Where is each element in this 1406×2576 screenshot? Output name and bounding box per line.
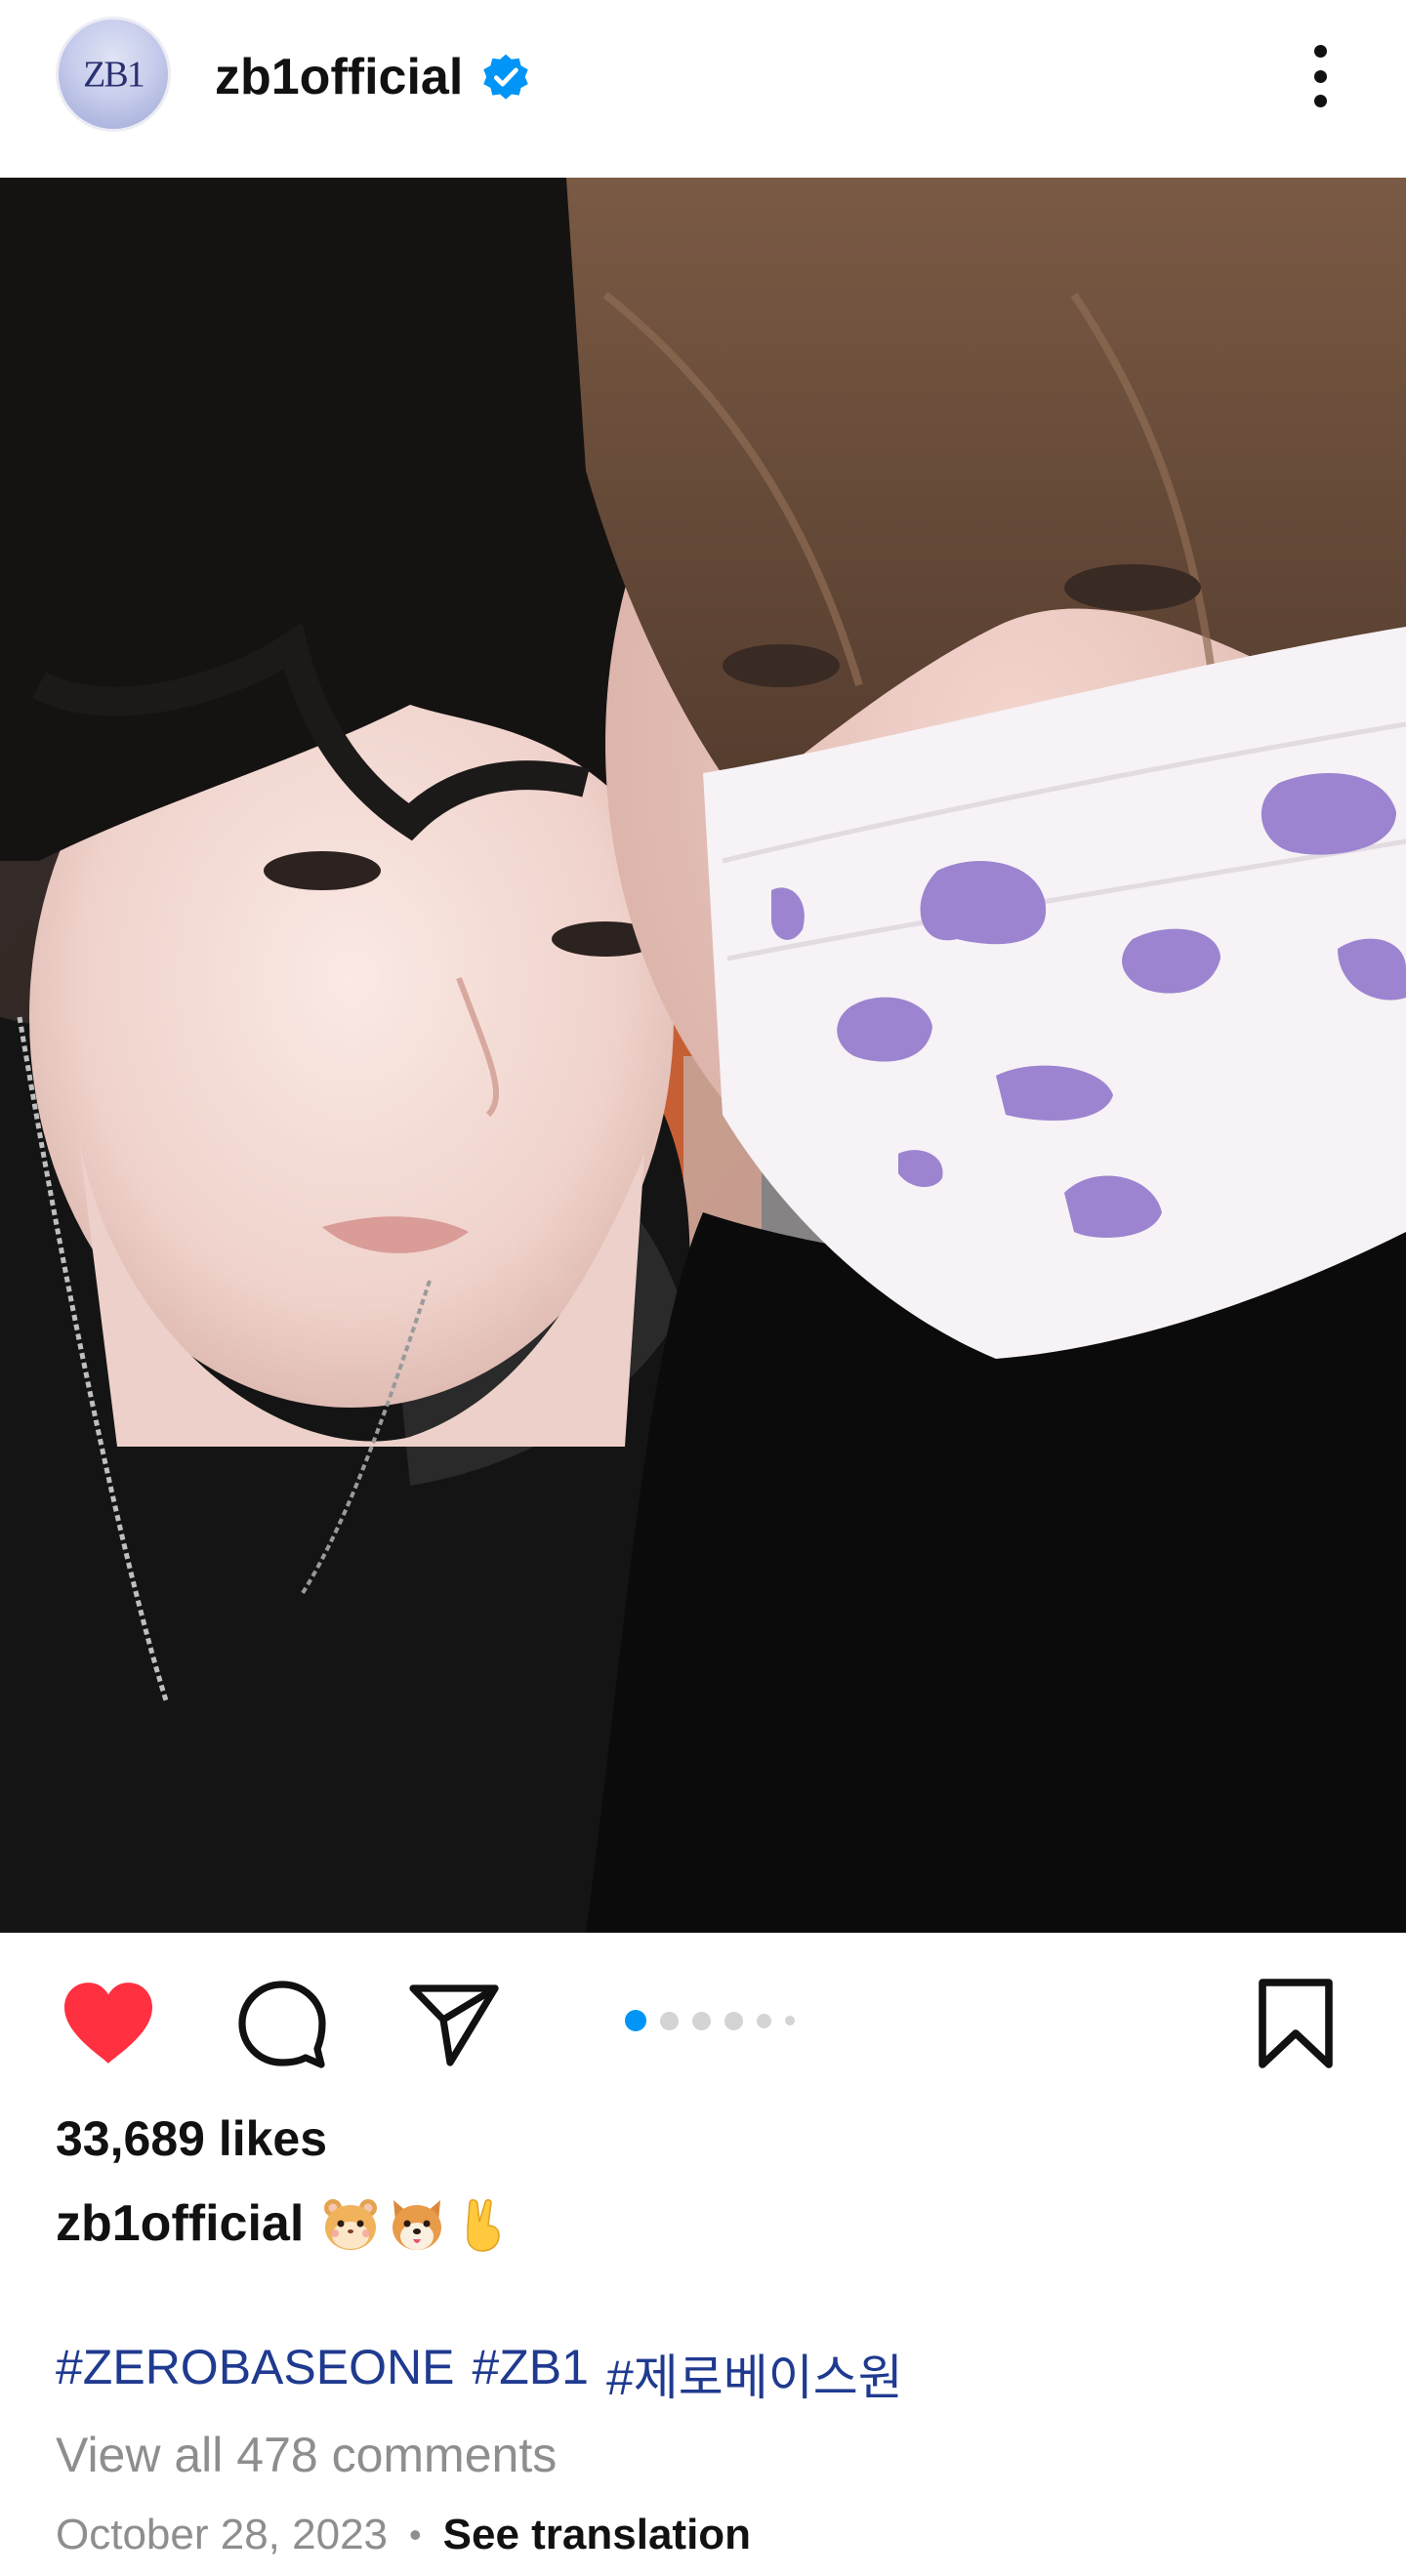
save-button[interactable] [1242, 1970, 1349, 2077]
post-header: ZB1 zb1official [0, 0, 1406, 176]
carousel-dot-active [625, 2010, 646, 2031]
post-meta: October 28, 2023 • See translation [56, 2511, 751, 2559]
carousel-indicator [625, 2009, 795, 2032]
more-options-icon[interactable] [1289, 37, 1351, 115]
dog-face-icon [393, 2200, 442, 2250]
hashtag-link[interactable]: #ZB1 [472, 2339, 589, 2409]
post-photo[interactable] [0, 178, 1406, 1933]
comment-icon [238, 1981, 326, 2068]
like-button[interactable] [55, 1970, 162, 2077]
hashtag-link[interactable]: #제로베이스원 [606, 2339, 903, 2409]
avatar-logo-text: ZB1 [83, 54, 144, 95]
hashtags: #ZEROBASEONE #ZB1 #제로베이스원 [56, 2339, 903, 2409]
share-button[interactable] [400, 1970, 508, 2077]
send-icon [409, 1984, 499, 2066]
hashtag-link[interactable]: #ZEROBASEONE [56, 2339, 454, 2409]
header-username-row[interactable]: zb1official [215, 43, 531, 111]
carousel-dot [757, 2013, 771, 2028]
caption-emojis [319, 2192, 515, 2255]
more-dot [1313, 69, 1327, 83]
carousel-dot [660, 2011, 679, 2030]
hamster-face-icon [324, 2199, 378, 2250]
carousel-dot [785, 2016, 795, 2025]
carousel-dot [724, 2011, 743, 2030]
caption-username[interactable]: zb1official [56, 2194, 304, 2253]
post-date: October 28, 2023 [56, 2511, 389, 2558]
caption: zb1official [56, 2192, 515, 2255]
bookmark-icon [1259, 1979, 1333, 2068]
verified-badge-icon [483, 54, 529, 100]
meta-separator: • [409, 2515, 422, 2555]
carousel-dot [692, 2011, 711, 2030]
comment-button[interactable] [228, 1970, 336, 2077]
heart-filled-icon [64, 1983, 152, 2064]
header-username[interactable]: zb1official [215, 48, 463, 106]
profile-avatar[interactable]: ZB1 [56, 17, 171, 132]
more-dot [1313, 45, 1327, 58]
likes-count[interactable]: 33,689 likes [56, 2110, 327, 2167]
photo-illustration [0, 178, 1406, 1933]
instagram-post: ZB1 zb1official 33,689 likes zb1official… [0, 0, 1406, 2576]
avatar-logo: ZB1 [83, 54, 145, 95]
victory-hand-icon [467, 2199, 501, 2252]
see-translation-link[interactable]: See translation [443, 2511, 751, 2559]
more-dot [1313, 95, 1327, 107]
view-all-comments-link[interactable]: View all 478 comments [56, 2427, 557, 2483]
